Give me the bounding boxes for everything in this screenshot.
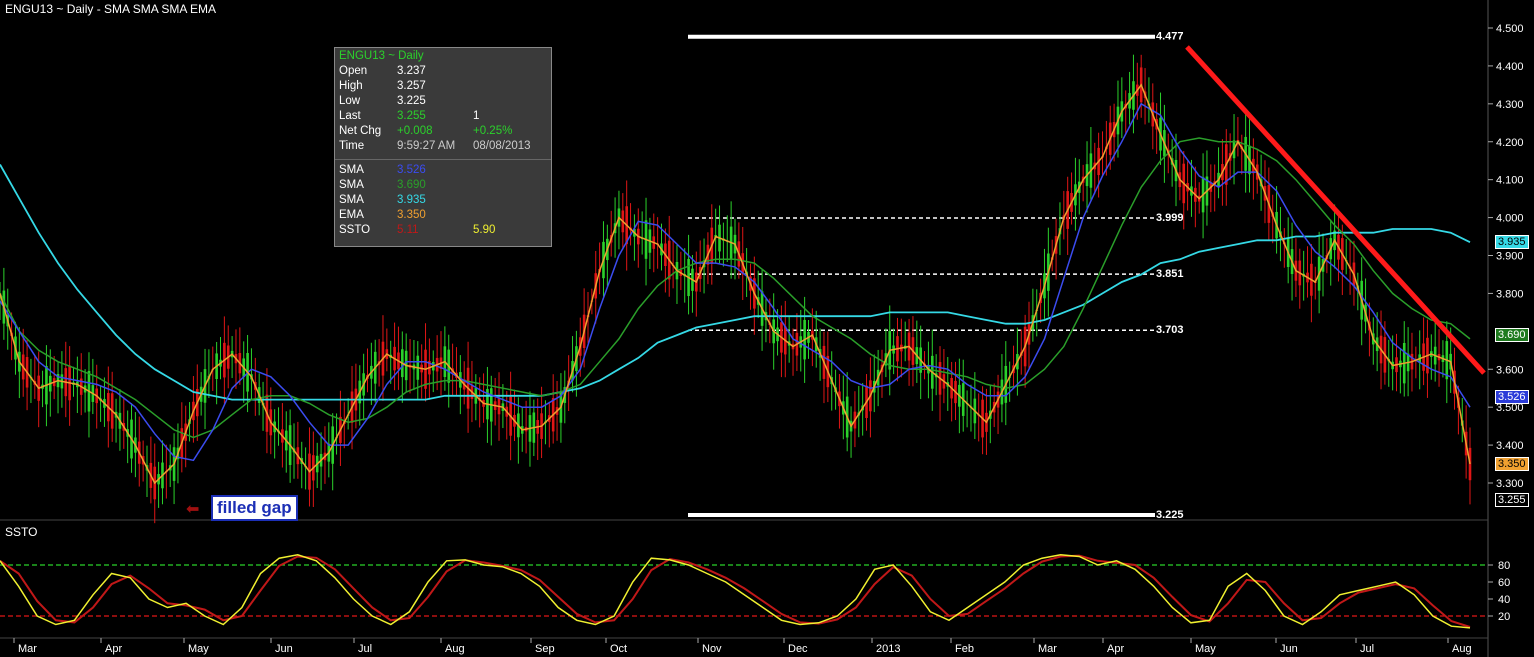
time-tick-label: Jun xyxy=(275,643,293,655)
indicator-row: SSTO 5.11 5.90 xyxy=(335,224,551,239)
time-tick-label: Mar xyxy=(18,643,37,655)
quote-row: Last 3.255 1 xyxy=(335,110,551,125)
level-label: 3.703 xyxy=(1156,324,1184,336)
price-tag: 3.690 xyxy=(1495,328,1529,343)
time-tick-label: Apr xyxy=(105,643,122,655)
price-chart: 4.477 3.999 3.851 3.703 3.225 4.500 4.400 4.30… xyxy=(0,0,1534,657)
filled-gap-note: filled gap xyxy=(211,495,298,521)
quote-row: Open 3.237 xyxy=(335,65,551,80)
indicator-row: SMA 3.935 xyxy=(335,194,551,209)
price-tag: 3.526 xyxy=(1495,390,1529,405)
quote-row: Net Chg +0.008 +0.25% xyxy=(335,125,551,140)
time-tick-label: 2013 xyxy=(876,643,900,655)
quote-row: Low 3.225 xyxy=(335,95,551,110)
quote-value: 3.255 xyxy=(397,110,426,122)
level-label: 4.477 xyxy=(1156,31,1184,43)
price-tick-label: 4.000 xyxy=(1496,213,1524,225)
quote-label: Open xyxy=(339,65,368,77)
level-label: 3.225 xyxy=(1156,509,1184,521)
level-label: 3.999 xyxy=(1156,212,1184,224)
time-tick-label: Jun xyxy=(1280,643,1298,655)
time-tick-label: Feb xyxy=(955,643,974,655)
time-tick-label: Jul xyxy=(1360,643,1374,655)
indicator-label: SMA xyxy=(339,179,364,191)
level-label: 3.851 xyxy=(1156,268,1184,280)
price-tick-label: 3.600 xyxy=(1496,364,1524,376)
time-tick-label: Oct xyxy=(610,643,627,655)
price-tick-label: 3.800 xyxy=(1496,288,1524,300)
chart-title: ENGU13 ~ Daily - SMA SMA SMA EMA xyxy=(5,2,217,16)
price-tick-label: 4.100 xyxy=(1496,175,1524,187)
quote-label: Last xyxy=(339,110,361,122)
indicator-value-2: 5.90 xyxy=(473,224,496,236)
quote-value: 3.257 xyxy=(397,80,426,92)
quote-value: 9:59:27 AM xyxy=(397,140,456,152)
quote-value-2: 1 xyxy=(473,110,480,122)
price-tick-label: 4.400 xyxy=(1496,61,1524,73)
price-tick-label: 4.300 xyxy=(1496,99,1524,111)
price-tick-label: 3.900 xyxy=(1496,251,1524,263)
time-tick-label: Sep xyxy=(535,643,555,655)
data-window-indicators: SMA 3.526 SMA 3.690 SMA 3.935 EMA 3.350 SSTO 5.11… xyxy=(335,164,551,239)
indicator-value: 3.350 xyxy=(397,209,426,221)
quote-row: High 3.257 xyxy=(335,80,551,95)
price-tag: 3.255 xyxy=(1495,493,1529,508)
quote-row: Time 9:59:27 AM 08/08/2013 xyxy=(335,140,551,155)
indicator-label: SMA xyxy=(339,164,364,176)
price-tag: 3.935 xyxy=(1495,235,1529,250)
ssto-tick-label: 80 xyxy=(1498,560,1510,572)
ssto-tick-label: 40 xyxy=(1498,594,1510,606)
time-tick-label: May xyxy=(188,643,209,655)
quote-value: 3.237 xyxy=(397,65,426,77)
indicator-row: SMA 3.526 xyxy=(335,164,551,179)
indicator-value: 5.11 xyxy=(397,224,419,236)
quote-label: Time xyxy=(339,140,365,152)
price-tag: 3.350 xyxy=(1495,457,1529,472)
price-tick-label: 3.400 xyxy=(1496,440,1524,452)
time-tick-label: May xyxy=(1195,643,1216,655)
indicator-row: SMA 3.690 xyxy=(335,179,551,194)
indicator-row: EMA 3.350 xyxy=(335,209,551,224)
time-tick-label: Aug xyxy=(1452,643,1472,655)
indicator-label: SSTO xyxy=(339,224,371,236)
time-tick-label: Jul xyxy=(358,643,372,655)
indicator-value: 3.690 xyxy=(397,179,426,191)
quote-value: 3.225 xyxy=(397,95,426,107)
price-tick-label: 4.500 xyxy=(1496,23,1524,35)
time-tick-label: Dec xyxy=(788,643,808,655)
ssto-title: SSTO xyxy=(5,525,38,539)
quote-label: Low xyxy=(339,95,361,107)
indicator-value: 3.935 xyxy=(397,194,426,206)
time-tick-label: Apr xyxy=(1107,643,1124,655)
indicator-value: 3.526 xyxy=(397,164,426,176)
quote-label: Net Chg xyxy=(339,125,382,137)
indicator-label: EMA xyxy=(339,209,364,221)
quote-value-2: +0.25% xyxy=(473,125,513,137)
ssto-tick-label: 20 xyxy=(1498,611,1510,623)
quote-value: +0.008 xyxy=(397,125,433,137)
price-tick-label: 4.200 xyxy=(1496,137,1524,149)
quote-value-2: 08/08/2013 xyxy=(473,140,531,152)
data-window-rows: Open 3.237 High 3.257 Low 3.225 Last 3.255 1 Net … xyxy=(335,65,551,155)
time-tick-label: Mar xyxy=(1038,643,1057,655)
gap-arrow-icon: ⬅ xyxy=(186,501,200,518)
time-tick-label: Nov xyxy=(702,643,722,655)
time-tick-label: Aug xyxy=(445,643,465,655)
data-window[interactable]: ENGU13 ~ Daily Open 3.237 High 3.257 Low 3.22… xyxy=(334,47,552,247)
data-window-title: ENGU13 ~ Daily xyxy=(339,50,424,62)
ssto-tick-label: 60 xyxy=(1498,577,1510,589)
indicator-label: SMA xyxy=(339,194,364,206)
price-tick-label: 3.300 xyxy=(1496,478,1524,490)
quote-label: High xyxy=(339,80,363,92)
data-window-divider xyxy=(335,159,551,160)
candle-body xyxy=(1468,447,1472,481)
